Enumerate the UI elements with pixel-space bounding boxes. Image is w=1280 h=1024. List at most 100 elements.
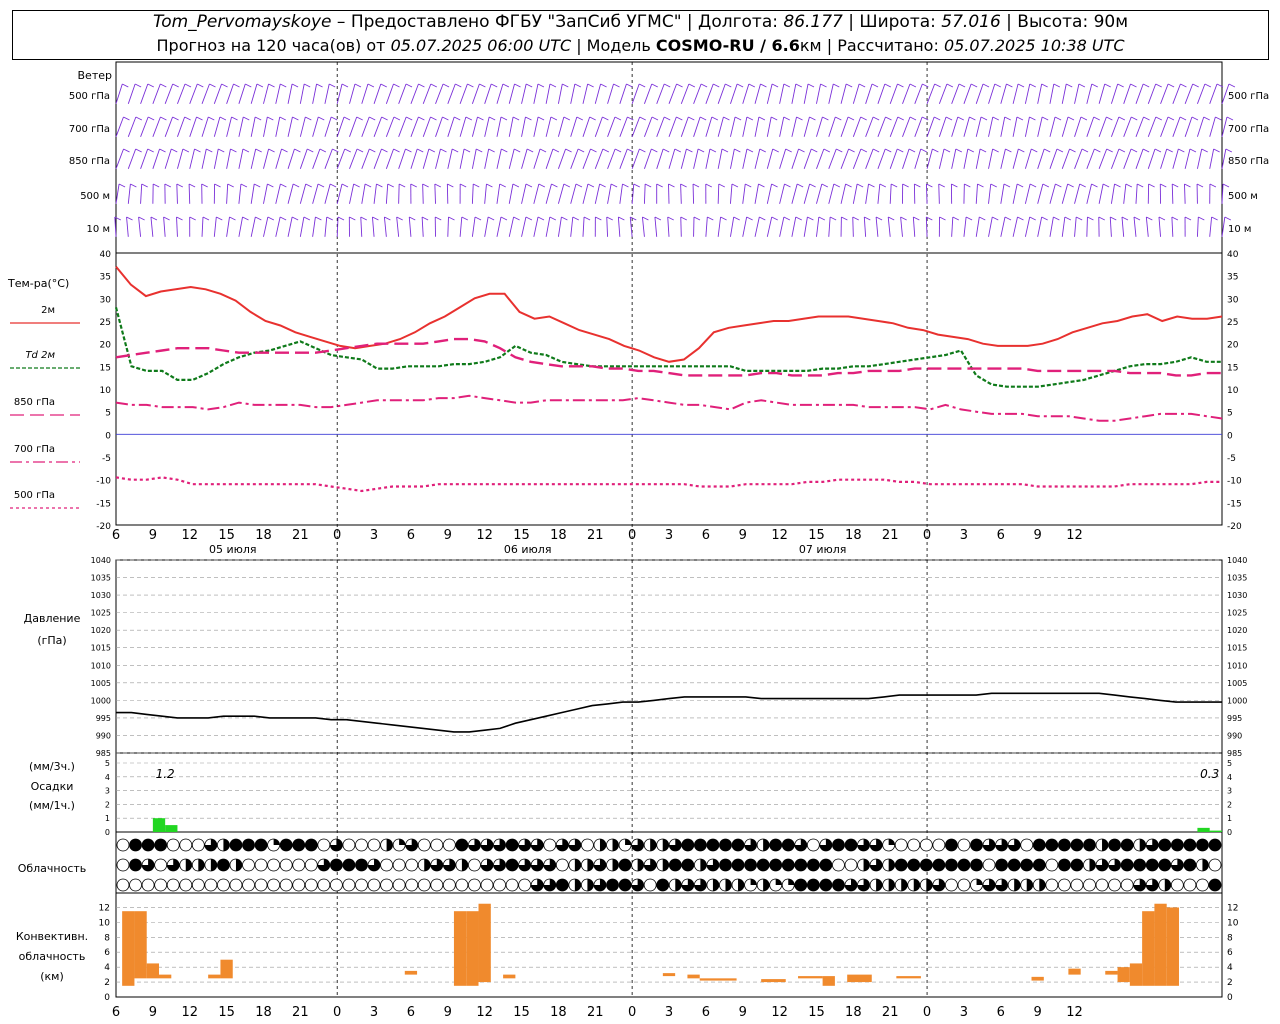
wind-barb-feather [759,148,766,153]
conv-bar [761,979,786,983]
conv-bar [122,911,135,986]
cloud-fill-overcast [1209,839,1221,851]
wind-barb-feather [454,116,461,121]
wind-barb-feather [1209,183,1217,188]
wind-barb-feather [1154,148,1162,153]
wind-barb-feather [479,83,486,88]
wind-barb-feather [1155,83,1162,88]
wind-barb-feather [626,83,633,88]
wind-barb-feather [267,183,274,188]
wind-barb [471,116,478,137]
wind-barb [865,183,869,204]
cloud-circle [304,878,318,892]
wind-barb-feather [833,183,841,188]
wind-barb-feather [721,148,729,153]
conv-bar [478,903,491,983]
wind-barb-feather [622,183,629,188]
wind-barb [717,183,720,204]
wind-barb-feather [809,183,816,188]
wind-barb [816,148,825,169]
cloud-circle [317,838,331,852]
conv-xtick: 12 [771,1005,788,1020]
wind-barb [582,216,585,237]
wind-barb-feather [381,116,388,121]
conv-tick-left: 2 [104,978,110,988]
wind-barb-feather [330,116,338,121]
cloud-fill-partial [700,859,707,871]
wind-barb-feather [326,216,333,221]
wind-barb [840,183,847,204]
cloud-circle [643,878,657,892]
wind-barb-feather [218,148,225,153]
wind-barb-feather [316,83,323,88]
wind-level-right: 500 гПа [1228,91,1269,102]
temp-tick-right: 10 [1227,386,1239,396]
wind-barb-feather [537,83,545,88]
wind-barb [312,83,318,104]
wind-barb-feather [410,183,417,188]
wind-barb [1171,216,1174,237]
wind-barb [349,183,355,204]
cloud-fill-partial [750,879,757,885]
wind-barb [607,116,616,137]
wind-barb [1121,216,1125,237]
wind-barb [1037,183,1044,204]
wind-barb-feather [243,116,250,121]
wind-barb [496,216,502,237]
conv-xtick: 12 [1066,1005,1083,1020]
conv-xtick: 21 [882,1005,899,1020]
precip-unit-1h: (мм/1ч.) [29,799,75,812]
wind-barb [1000,116,1006,137]
wind-barb-feather [627,148,634,153]
wind-barb [828,83,834,104]
wind-barb [803,116,810,137]
wind-barb [1098,83,1106,104]
wind-barb-feather [699,116,707,121]
wind-barb-feather [141,183,148,188]
wind-barb-feather [674,148,682,153]
wind-barb [545,116,552,137]
temp-tick-right: 30 [1227,295,1239,305]
wind-barb [828,183,835,204]
cloud-fill-overcast [1070,859,1083,871]
conv-bar [208,974,221,979]
cloud-fill-partial [888,839,895,845]
wind-barb-feather [713,83,720,88]
cloud-fill-partial [763,879,770,891]
temp-series-3 [115,394,1223,422]
wind-barb-feather [1178,148,1185,153]
wind-barb [963,116,970,137]
conv-tick-right: 6 [1227,948,1233,958]
wind-barb-feather [784,183,791,188]
temp-tick-right: 35 [1227,273,1238,283]
conv-bar [1031,976,1044,981]
wind-barb [1012,83,1019,104]
conv-tick-right: 12 [1227,903,1238,913]
wind-barb-feather [1179,116,1187,121]
wind-barb-feather [888,216,895,221]
wind-barb-feather [875,216,883,221]
cloud-circle [417,838,431,852]
wind-barb-feather [872,116,880,121]
wind-barb [324,148,333,169]
wind-barb-feather [758,116,766,121]
wind-barb-feather [163,216,170,221]
wind-barb-feather [461,216,469,221]
wind-barb [1221,116,1228,137]
wind-barb [471,216,476,237]
cloud-circle [329,878,343,892]
conv-xtick: 6 [702,1005,710,1020]
wind-barb [189,148,195,169]
cloud-fill-partial [587,879,594,891]
wind-barb-feather [705,183,712,188]
cloud-circle [166,838,180,852]
wind-barb [226,148,231,169]
cloud-circle [844,858,858,872]
wind-barb [1024,148,1032,169]
conv-unit: (км) [40,970,64,983]
wind-barb [1086,116,1095,137]
wind-barb-feather [337,216,345,221]
wind-barb [926,148,933,169]
temp-tick-right: -10 [1227,477,1242,487]
pres-tick-left: 1010 [91,661,111,670]
